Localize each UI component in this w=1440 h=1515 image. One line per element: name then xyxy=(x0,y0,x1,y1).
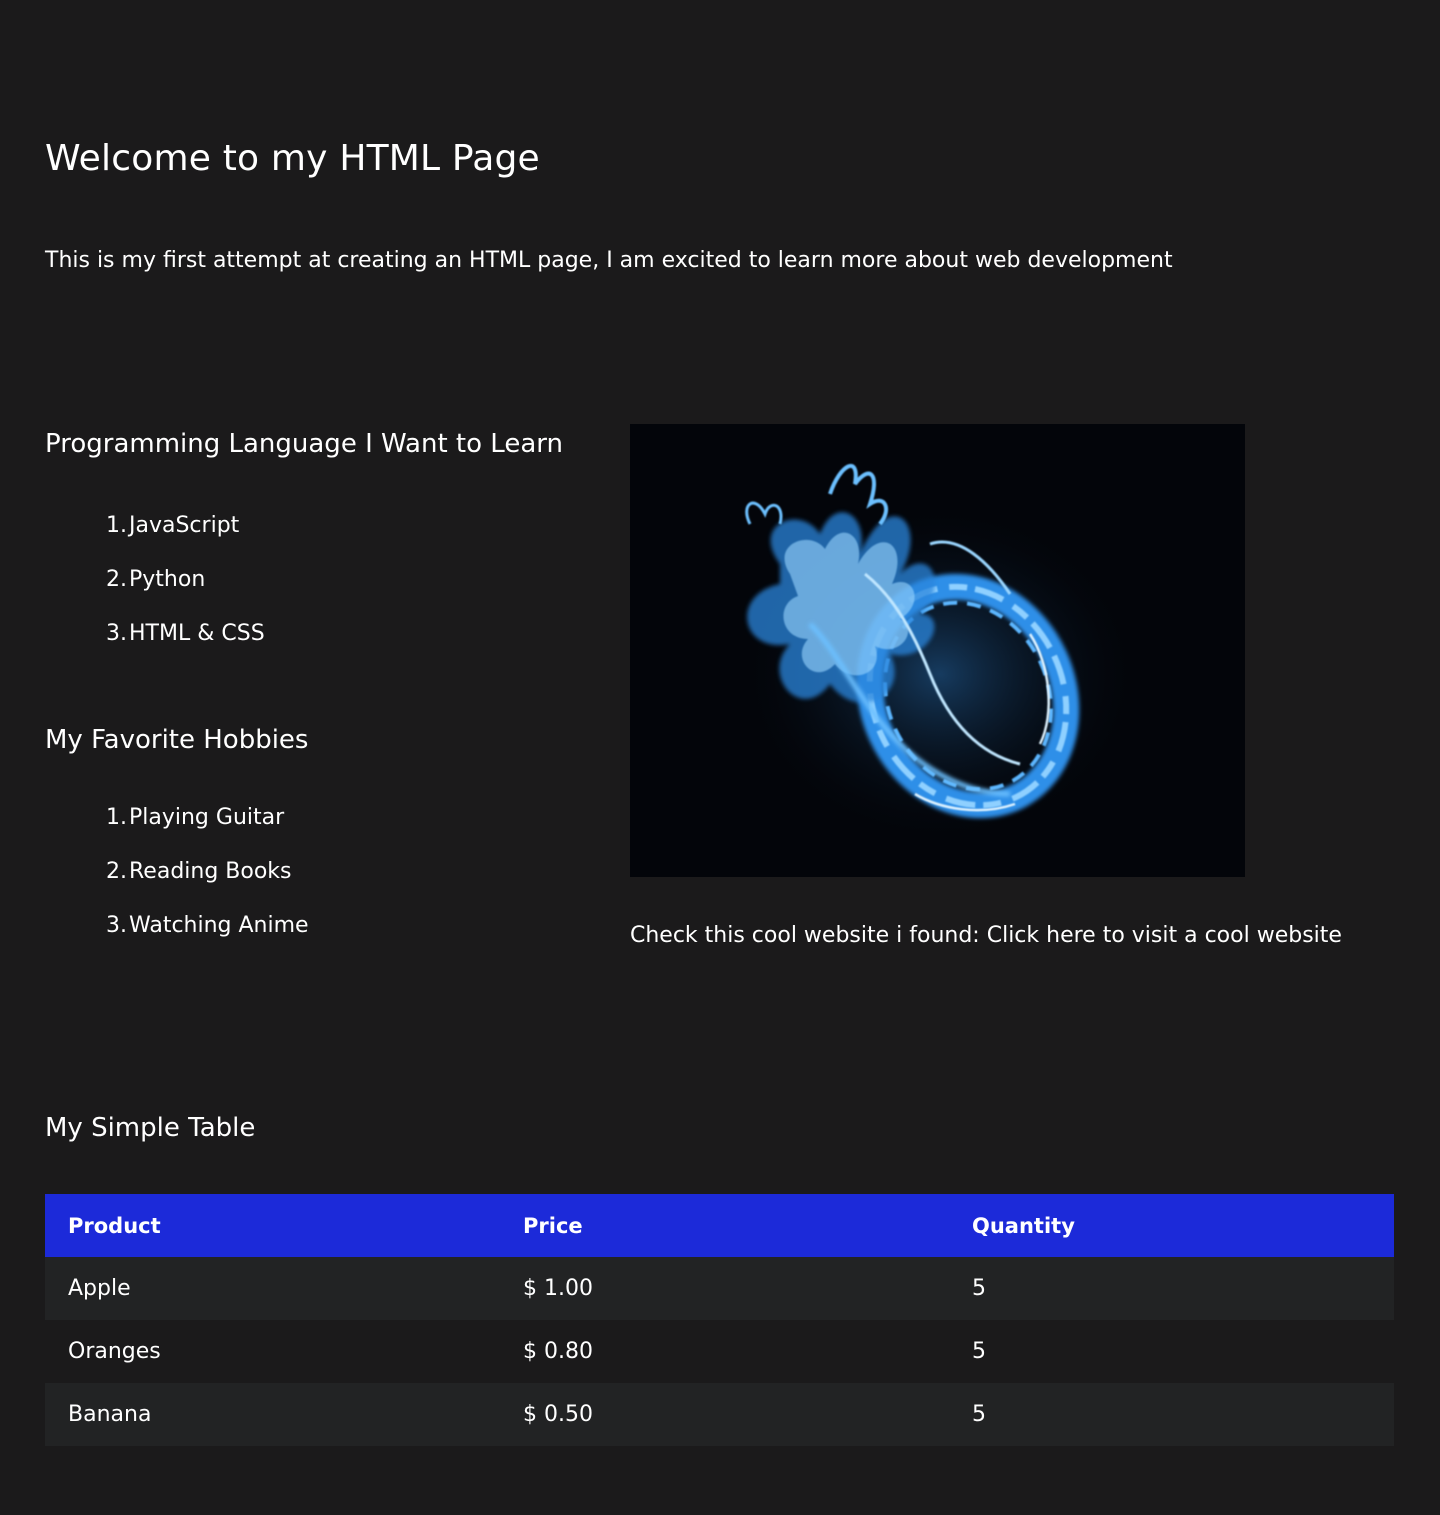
list-item: 1. Playing Guitar xyxy=(45,803,605,857)
list-item-label: Python xyxy=(129,567,206,592)
list-item-label: JavaScript xyxy=(129,513,240,538)
hobbies-heading: My Favorite Hobbies xyxy=(45,725,309,755)
table-row: Oranges $ 0.80 5 xyxy=(45,1320,1394,1383)
list-item: 3. HTML & CSS xyxy=(45,619,605,673)
blue-flame-ring-image xyxy=(630,424,1245,877)
blue-flame-ring-illustration xyxy=(740,463,1140,844)
cell-price: $ 1.00 xyxy=(500,1257,949,1320)
list-number: 2. xyxy=(106,567,127,592)
table-header-row: Product Price Quantity xyxy=(45,1194,1394,1257)
cell-quantity: 5 xyxy=(949,1257,1394,1320)
list-item: 3. Watching Anime xyxy=(45,911,605,965)
table-heading: My Simple Table xyxy=(45,1113,256,1143)
list-item-label: HTML & CSS xyxy=(129,621,265,646)
languages-heading: Programming Language I Want to Learn xyxy=(45,429,563,459)
table-row: Banana $ 0.50 5 xyxy=(45,1383,1394,1446)
link-prefix: Check this cool website i found: xyxy=(630,923,987,948)
list-item: 2. Python xyxy=(45,565,605,619)
cell-product: Oranges xyxy=(45,1320,500,1383)
cell-product: Apple xyxy=(45,1257,500,1320)
hobbies-list: 1. Playing Guitar 2. Reading Books 3. Watch… xyxy=(45,803,605,965)
column-header-quantity: Quantity xyxy=(949,1194,1394,1257)
list-number: 3. xyxy=(106,621,127,646)
list-number: 3. xyxy=(106,913,127,938)
product-table: Product Price Quantity Apple $ 1.00 5 Or… xyxy=(45,1194,1394,1446)
cell-price: $ 0.80 xyxy=(500,1320,949,1383)
list-number: 1. xyxy=(106,513,127,538)
cell-price: $ 0.50 xyxy=(500,1383,949,1446)
cell-quantity: 5 xyxy=(949,1320,1394,1383)
list-item-label: Reading Books xyxy=(129,859,292,884)
list-item-label: Watching Anime xyxy=(129,913,309,938)
cool-website-line: Check this cool website i found: Click h… xyxy=(630,920,1342,952)
column-header-product: Product xyxy=(45,1194,500,1257)
page-title: Welcome to my HTML Page xyxy=(45,138,540,179)
column-header-price: Price xyxy=(500,1194,949,1257)
left-column: Programming Language I Want to Learn 1. J… xyxy=(45,424,605,965)
list-item-label: Playing Guitar xyxy=(129,805,285,830)
languages-list: 1. JavaScript 2. Python 3. HTML & CSS xyxy=(45,511,605,673)
table-row: Apple $ 1.00 5 xyxy=(45,1257,1394,1320)
cell-quantity: 5 xyxy=(949,1383,1394,1446)
cool-website-link[interactable]: Click here to visit a cool website xyxy=(987,923,1342,948)
list-item: 2. Reading Books xyxy=(45,857,605,911)
intro-paragraph: This is my first attempt at creating an … xyxy=(45,248,1173,273)
cell-product: Banana xyxy=(45,1383,500,1446)
list-item: 1. JavaScript xyxy=(45,511,605,565)
list-number: 2. xyxy=(106,859,127,884)
list-number: 1. xyxy=(106,805,127,830)
